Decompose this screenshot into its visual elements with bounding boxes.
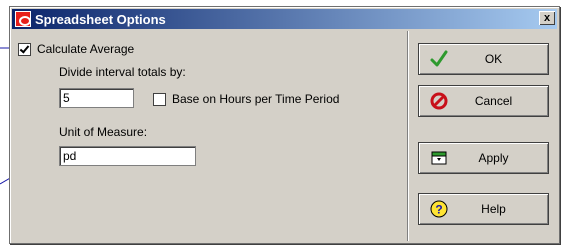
unit-of-measure-input[interactable]: pd [59, 146, 196, 166]
unit-of-measure-label: Unit of Measure: [59, 125, 148, 139]
calculate-average-label: Calculate Average [37, 42, 135, 56]
base-on-hours-row[interactable]: Base on Hours per Time Period [153, 92, 339, 106]
base-on-hours-label: Base on Hours per Time Period [172, 92, 340, 106]
divide-interval-label: Divide interval totals by: [59, 65, 186, 79]
ok-button-label: OK [484, 52, 503, 66]
cancel-button[interactable]: Cancel [418, 85, 549, 117]
apply-button[interactable]: Apply [418, 142, 549, 174]
divide-interval-input[interactable]: 5 [59, 88, 134, 108]
apply-button-label: Apply [478, 151, 509, 165]
help-question-icon: ? [429, 199, 449, 219]
button-panel: OK Cancel Apply ? Help [408, 31, 558, 241]
apply-table-icon [429, 148, 449, 168]
base-on-hours-checkbox[interactable] [153, 92, 166, 106]
spreadsheet-options-dialog: Spreadsheet Options x Calculate Average … [9, 6, 560, 244]
checkmark-icon [429, 49, 449, 69]
app-icon [15, 11, 31, 27]
close-button[interactable]: x [539, 11, 555, 25]
calculate-average-row[interactable]: Calculate Average [18, 42, 134, 56]
title-bar[interactable]: Spreadsheet Options x [12, 9, 557, 29]
help-button[interactable]: ? Help [418, 193, 549, 225]
calculate-average-checkbox[interactable] [18, 42, 31, 56]
cancel-button-label: Cancel [474, 94, 513, 108]
ok-button[interactable]: OK [418, 43, 549, 75]
help-button-label: Help [481, 202, 506, 216]
no-entry-icon [429, 91, 449, 111]
svg-text:?: ? [435, 203, 442, 217]
window-title: Spreadsheet Options [35, 11, 166, 27]
